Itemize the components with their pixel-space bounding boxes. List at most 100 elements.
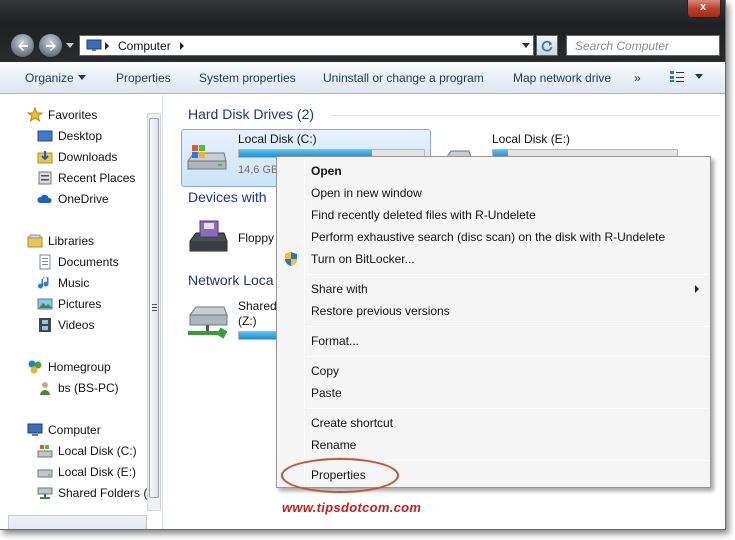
menu-item-format[interactable]: Format... [311,334,359,348]
menu-item-r-undelete-scan[interactable]: Perform exhaustive search (disc scan) on… [311,230,665,244]
floppy-label: Floppy [238,231,275,245]
nav-shared-folders-label: Shared Folders (\ [58,486,151,500]
network-drive-icon [37,487,53,499]
forward-button[interactable] [38,33,63,58]
forward-arrow-icon [46,41,56,51]
devices-group-header[interactable]: Devices with [188,189,267,205]
floppy-drive-icon [189,220,228,252]
search-placeholder: Search Computer [575,39,670,53]
command-bar: Organize Properties System properties Un… [0,62,725,94]
system-drive-icon [187,145,227,170]
menu-separator [306,326,708,327]
breadcrumb-separator-icon [105,42,109,50]
nav-favorites-label: Favorites [48,108,98,122]
system-drive-icon [37,445,53,458]
hard-drive-icon [37,469,53,478]
nav-documents-label: Documents [58,255,119,269]
highlight-circle [281,458,399,493]
submenu-arrow-icon [695,285,699,293]
desktop-icon [37,130,53,142]
nav-videos-label: Videos [58,318,95,332]
back-button[interactable] [10,33,35,58]
more-commands-button[interactable]: » [634,71,641,85]
onedrive-cloud-icon [37,194,52,203]
menu-item-open[interactable]: Open [311,164,342,178]
videos-filmstrip-icon [39,318,51,332]
nav-homegroup-label: Homegroup [48,360,111,374]
back-arrow-icon [18,41,28,51]
view-dropdown-icon [695,74,704,79]
recent-pages-dropdown-icon[interactable] [66,43,74,48]
shared-drive-letter: (Z:) [238,314,257,328]
properties-button[interactable]: Properties [116,71,171,85]
nav-recent-places-label: Recent Places [58,171,136,185]
computer-icon [27,423,43,436]
nav-scrollbar[interactable] [147,113,161,511]
refresh-icon [541,40,553,52]
pictures-icon [37,298,53,310]
user-icon [40,382,50,395]
nav-computer-label: Computer [48,423,101,437]
menu-item-bitlocker[interactable]: Turn on BitLocker... [311,252,415,266]
nav-user-label: bs (BS-PC) [58,381,119,395]
menu-item-open-new-window[interactable]: Open in new window [311,186,422,200]
close-button[interactable]: x [687,0,721,18]
organize-button[interactable]: Organize [25,71,86,85]
hdd-group-header[interactable]: Hard Disk Drives (2) [188,106,314,122]
view-options-button[interactable] [670,70,704,86]
nav-scrollbar-thumb[interactable] [149,118,159,498]
address-bar[interactable]: Computer [79,35,534,56]
network-drive-icon [188,306,228,339]
documents-icon [39,254,51,270]
menu-item-copy[interactable]: Copy [311,364,339,378]
search-input[interactable]: Search Computer [566,35,720,56]
breadcrumb-computer[interactable]: Computer [118,39,171,53]
uninstall-program-button[interactable]: Uninstall or change a program [323,71,484,85]
menu-separator [306,356,708,357]
navigation-pane: Favorites Desktop Downloads Recent Place… [0,95,163,529]
organize-dropdown-icon [77,75,86,80]
computer-icon [86,39,102,51]
organize-label: Organize [25,71,74,85]
system-properties-button[interactable]: System properties [199,71,296,85]
menu-separator [306,408,708,409]
libraries-icon [27,234,43,248]
menu-item-restore-versions[interactable]: Restore previous versions [311,304,450,318]
context-menu: Open Open in new window Find recently de… [276,156,711,488]
menu-separator [306,274,708,275]
downloads-folder-icon [37,151,53,164]
recent-places-icon [38,171,52,185]
nav-downloads-label: Downloads [58,150,118,164]
refresh-button[interactable] [536,35,558,56]
music-note-icon [38,277,49,289]
title-bar: x Computer Search Computer [0,0,725,62]
menu-item-create-shortcut[interactable]: Create shortcut [311,416,393,430]
shared-drive-usage-bar [238,331,278,340]
nav-local-disk-e-label: Local Disk (E:) [58,465,137,479]
watermark-text: www.tipsdotcom.com [282,500,422,515]
favorites-star-icon [27,107,43,123]
view-options-icon [670,71,684,82]
nav-local-disk-c-label: Local Disk (C:) [58,444,137,458]
explorer-window: x Computer Search Computer Organize Prop… [0,0,726,530]
menu-item-paste[interactable]: Paste [311,386,342,400]
nav-selection-highlight [8,515,147,529]
menu-item-r-undelete-find[interactable]: Find recently deleted files with R-Undel… [311,208,536,222]
menu-item-share-with[interactable]: Share with [311,282,368,296]
uac-shield-icon [285,252,297,266]
map-network-drive-button[interactable]: Map network drive [513,71,611,85]
scroll-grip-icon [152,304,157,311]
network-group-header[interactable]: Network Loca [188,272,274,288]
shared-drive-label: Shared [238,299,277,313]
menu-item-rename[interactable]: Rename [311,438,356,452]
menu-gutter [304,159,305,485]
nav-music-label: Music [58,276,90,290]
drive-e-label: Local Disk (E:) [492,132,571,146]
hdd-group-divider [330,115,720,116]
homegroup-icon [28,360,42,374]
breadcrumb-child-arrow-icon[interactable] [180,42,184,50]
nav-libraries-label: Libraries [48,234,95,248]
nav-pictures-label: Pictures [58,297,102,311]
shared-drive-usage-fill [239,332,277,339]
address-dropdown-icon[interactable] [522,43,530,48]
